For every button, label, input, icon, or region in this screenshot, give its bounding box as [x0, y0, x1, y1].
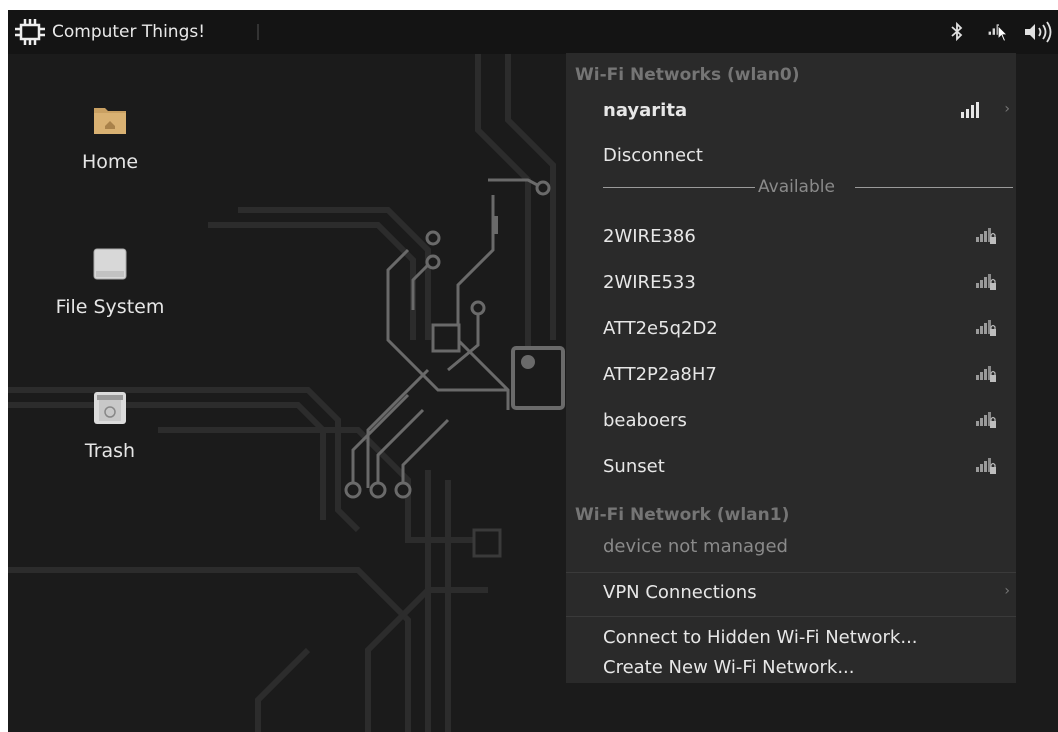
- network-name: Sunset: [603, 456, 665, 477]
- available-network-item[interactable]: 2WIRE533: [566, 263, 1016, 303]
- desktop-icon-file-system[interactable]: File System: [40, 247, 180, 318]
- drive-icon: [93, 248, 127, 280]
- desktop-icon-label: Home: [81, 151, 139, 173]
- network-name: 2WIRE533: [603, 272, 696, 293]
- wlan1-status: device not managed: [603, 536, 788, 557]
- connected-network-item[interactable]: nayarita ›: [566, 91, 1016, 131]
- available-separator: Available: [603, 177, 1013, 197]
- vpn-connections-item[interactable]: VPN Connections ›: [566, 572, 1016, 612]
- create-network-item[interactable]: Create New Wi-Fi Network...: [566, 649, 1016, 681]
- desktop-icon-label: File System: [55, 296, 165, 318]
- desktop-icon-trash[interactable]: Trash: [40, 391, 180, 462]
- secured-signal-icon: [976, 320, 996, 336]
- network-name: ATT2P2a8H7: [603, 364, 717, 385]
- secured-signal-icon: [976, 458, 996, 474]
- desktop-icon-home[interactable]: Home: [40, 102, 180, 173]
- create-network-label: Create New Wi-Fi Network...: [603, 657, 855, 678]
- available-network-item[interactable]: Sunset: [566, 447, 1016, 487]
- available-network-item[interactable]: 2WIRE386: [566, 217, 1016, 257]
- top-panel: Computer Things!: [8, 10, 1058, 54]
- network-signal-icon[interactable]: [984, 18, 1014, 42]
- menu-label: Computer Things!: [52, 22, 206, 42]
- menu-divider: [566, 616, 1016, 617]
- panel-separator: [257, 24, 259, 40]
- available-label: Available: [758, 177, 835, 197]
- hidden-network-label: Connect to Hidden Wi-Fi Network...: [603, 627, 918, 648]
- secured-signal-icon: [976, 412, 996, 428]
- wlan1-header: Wi-Fi Network (wlan1): [575, 505, 790, 525]
- available-network-item[interactable]: beaboers: [566, 401, 1016, 441]
- desktop-screen: Computer Things! Home File System Trash …: [8, 10, 1058, 732]
- secured-signal-icon: [976, 274, 996, 290]
- network-menu: Wi-Fi Networks (wlan0) nayarita › Discon…: [566, 53, 1016, 683]
- connect-hidden-network-item[interactable]: Connect to Hidden Wi-Fi Network...: [566, 619, 1016, 649]
- desktop-icon-label: Trash: [84, 440, 136, 462]
- submenu-arrow-icon: ›: [1004, 101, 1010, 117]
- vpn-label: VPN Connections: [603, 582, 757, 603]
- network-name: 2WIRE386: [603, 226, 696, 247]
- trash-icon: [94, 392, 126, 424]
- network-name: ATT2e5q2D2: [603, 318, 718, 339]
- signal-strength-icon: [961, 102, 979, 118]
- volume-icon[interactable]: [1022, 20, 1054, 44]
- wlan0-header: Wi-Fi Networks (wlan0): [575, 65, 800, 85]
- bluetooth-icon[interactable]: [950, 20, 964, 44]
- available-network-item[interactable]: ATT2P2a8H7: [566, 355, 1016, 395]
- home-folder-icon: [94, 108, 126, 134]
- submenu-arrow-icon: ›: [1004, 583, 1010, 599]
- disconnect-label: Disconnect: [603, 145, 703, 166]
- network-name: nayarita: [603, 100, 688, 121]
- secured-signal-icon: [976, 228, 996, 244]
- applications-menu-button[interactable]: Computer Things!: [12, 18, 205, 46]
- secured-signal-icon: [976, 366, 996, 382]
- network-name: beaboers: [603, 410, 687, 431]
- disconnect-item[interactable]: Disconnect: [566, 135, 1016, 175]
- chip-logo-icon: [15, 19, 45, 45]
- available-network-item[interactable]: ATT2e5q2D2: [566, 309, 1016, 349]
